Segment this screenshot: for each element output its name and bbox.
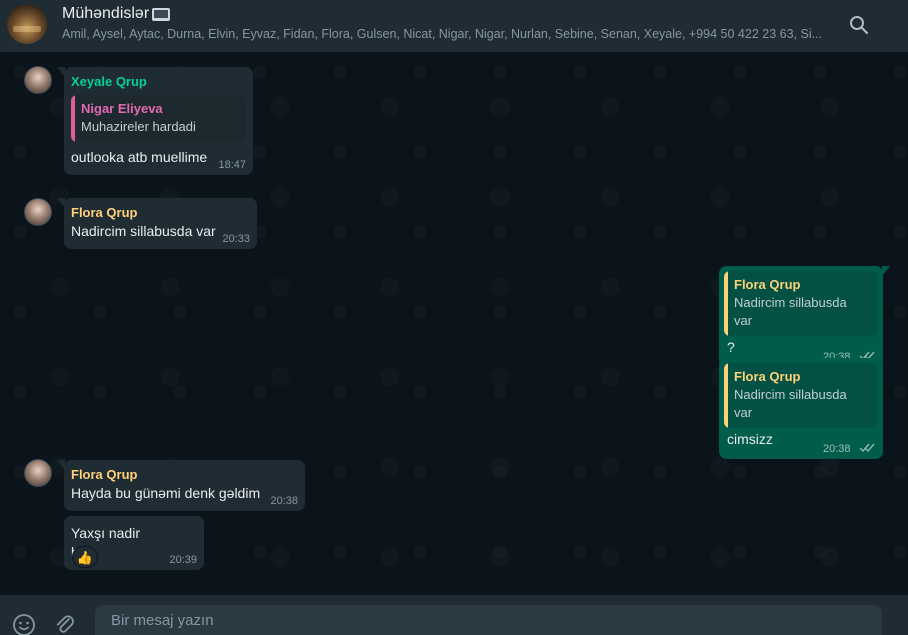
message-time: 20:38 [823, 443, 851, 455]
message-text: Hayda bu günəmi denk gəldim [71, 485, 261, 501]
avatar-xeyale[interactable] [24, 66, 52, 94]
message-time: 18:47 [218, 159, 246, 171]
quoted-message[interactable]: Nigar Eliyeva Muhazireler hardadi [71, 95, 246, 142]
quoted-message[interactable]: Flora Qrup Nadircim sillabusda var [724, 363, 878, 428]
group-avatar[interactable] [7, 4, 47, 44]
search-button[interactable] [846, 12, 872, 38]
message-bubble-outgoing[interactable]: Flora Qrup Nadircim sillabusda var cimsi… [719, 358, 883, 459]
message-text: ? [727, 339, 735, 355]
quoted-text: Nadircim sillabusda var [734, 295, 847, 328]
avatar-flora[interactable] [24, 459, 52, 487]
quoted-sender: Flora Qrup [734, 277, 801, 292]
quoted-text: Muhazireler hardadi [81, 119, 196, 134]
composer-bar [0, 595, 908, 635]
chat-header[interactable]: Mühəndislər Amil, Aysel, Aytac, Durna, E… [0, 0, 908, 52]
emoji-button[interactable] [10, 611, 38, 635]
message-list[interactable]: Xeyale Qrup Nigar Eliyeva Muhazireler ha… [0, 52, 908, 595]
quoted-text: Nadircim sillabusda var [734, 387, 847, 420]
search-icon [850, 16, 869, 35]
avatar-flora[interactable] [24, 198, 52, 226]
emoji-icon [13, 614, 35, 635]
message-sender[interactable]: Flora Qrup [71, 466, 298, 484]
attach-button[interactable] [51, 611, 79, 635]
thumbs-up-icon: 👍 [76, 549, 94, 565]
message-bubble[interactable]: Flora Qrup Nadircim sillabusda var 20:33 [57, 198, 257, 249]
message-time: 20:38 [270, 495, 298, 507]
group-title[interactable]: Mühəndislər [62, 5, 171, 23]
message-input-box[interactable] [95, 605, 882, 635]
message-time: 20:33 [222, 233, 250, 245]
message-text: Nadircim sillabusda var [71, 223, 216, 239]
message-bubble[interactable]: Xeyale Qrup Nigar Eliyeva Muhazireler ha… [57, 67, 253, 175]
message-text: outlooka atb muellime [71, 149, 208, 165]
message-bubble[interactable]: Flora Qrup Hayda bu günəmi denk gəldim 2… [57, 460, 305, 511]
message-reaction[interactable]: 👍 [72, 546, 98, 568]
paperclip-icon [56, 615, 74, 633]
quoted-sender: Nigar Eliyeva [81, 101, 163, 116]
message-sender[interactable]: Xeyale Qrup [71, 73, 246, 91]
double-check-icon [859, 443, 875, 452]
message-time: 20:39 [169, 554, 197, 566]
group-title-text: Mühəndislər [62, 5, 150, 22]
message-meta: 20:38 [823, 439, 875, 457]
message-input[interactable] [95, 605, 882, 635]
group-members[interactable]: Amil, Aysel, Aytac, Durna, Elvin, Eyvaz,… [62, 27, 822, 41]
message-bubble-outgoing[interactable]: Flora Qrup Nadircim sillabusda var ? 20:… [719, 266, 890, 367]
message-text: cimsizz [727, 431, 773, 447]
quoted-message[interactable]: Flora Qrup Nadircim sillabusda var [724, 271, 878, 336]
laptop-emoji-icon [152, 7, 171, 21]
quoted-sender: Flora Qrup [734, 369, 801, 384]
message-sender[interactable]: Flora Qrup [71, 204, 250, 222]
